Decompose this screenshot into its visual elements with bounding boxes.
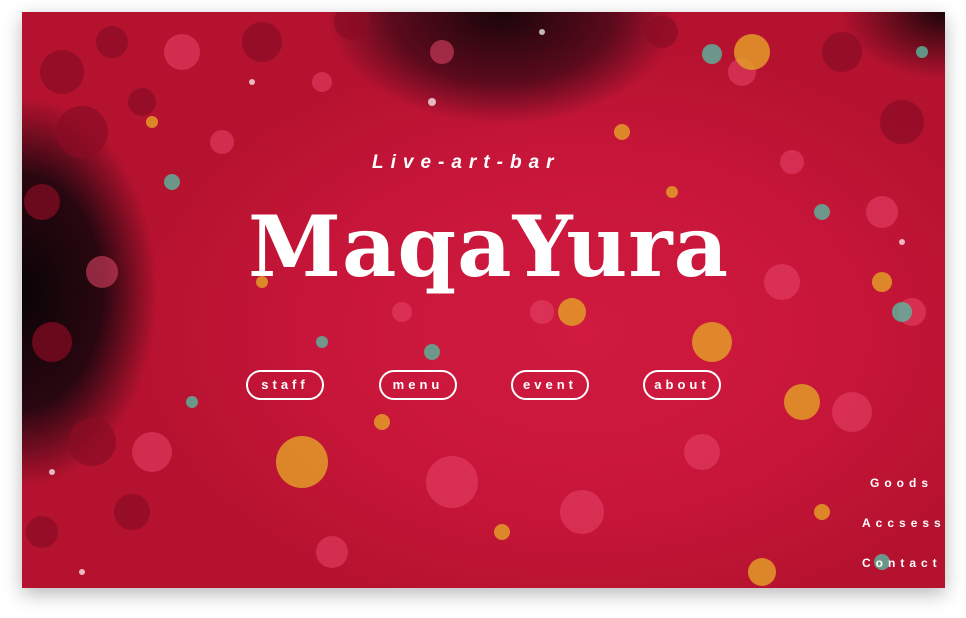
contact-link[interactable]: Contact bbox=[862, 556, 942, 570]
nav-staff-button[interactable]: staff bbox=[246, 370, 324, 400]
access-link[interactable]: Accsess bbox=[862, 516, 945, 530]
nav-menu-button[interactable]: menu bbox=[379, 370, 457, 400]
nav-event-button[interactable]: event bbox=[511, 370, 589, 400]
site-logo[interactable]: MaqaYura bbox=[248, 192, 728, 302]
hero-section: Live-art-bar MaqaYura staff menu event a… bbox=[22, 12, 945, 588]
nav-about-button[interactable]: about bbox=[643, 370, 721, 400]
goods-link[interactable]: Goods bbox=[870, 476, 933, 490]
site-tagline: Live-art-bar bbox=[372, 152, 561, 173]
